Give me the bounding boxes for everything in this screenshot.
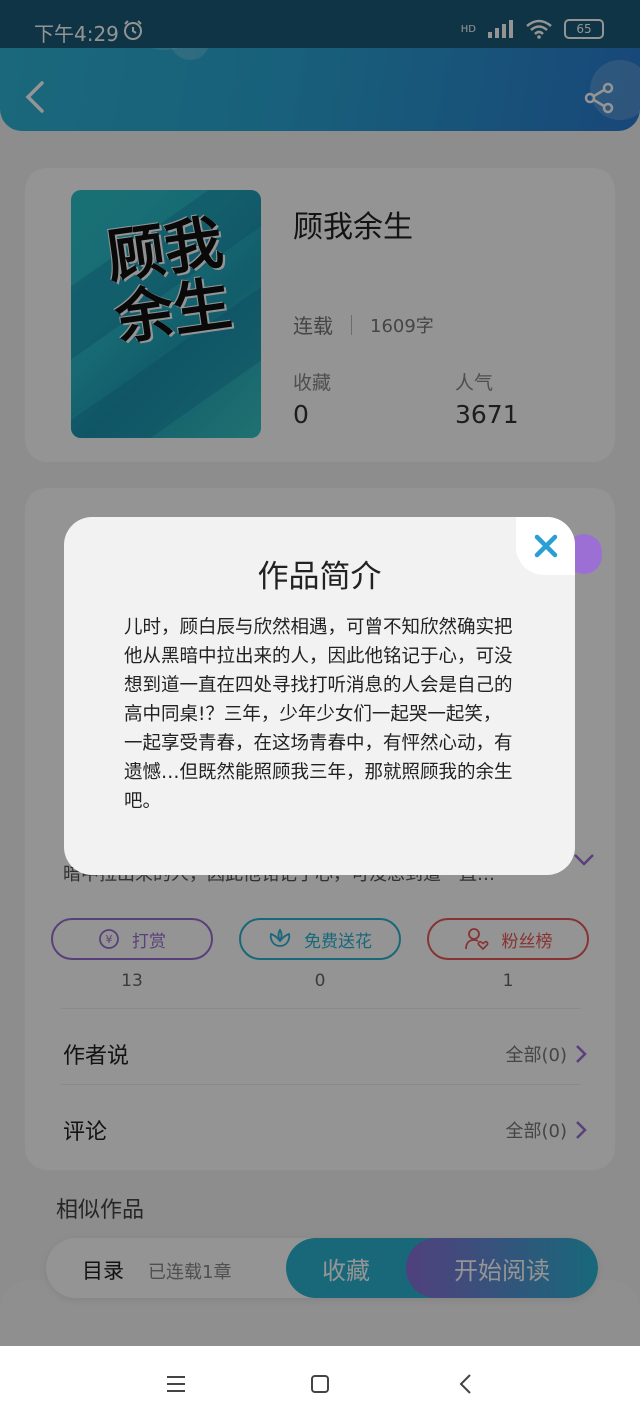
modal-body: 儿时，顾白辰与欣然相遇，可曾不知欣然确实把他从黑暗中拉出来的人，因此他铭记于心，… xyxy=(124,617,513,812)
close-icon xyxy=(534,534,557,558)
close-button[interactable] xyxy=(516,517,575,575)
intro-modal: 作品简介 儿时，顾白辰与欣然相遇，可曾不知欣然确实把他从黑暗中拉出来的人，因此他… xyxy=(64,517,575,875)
home-icon[interactable] xyxy=(308,1372,332,1396)
system-nav-bar xyxy=(0,1346,640,1422)
back-nav-icon[interactable] xyxy=(454,1372,478,1396)
modal-title: 作品简介 xyxy=(257,559,382,595)
menu-icon[interactable] xyxy=(164,1372,188,1396)
